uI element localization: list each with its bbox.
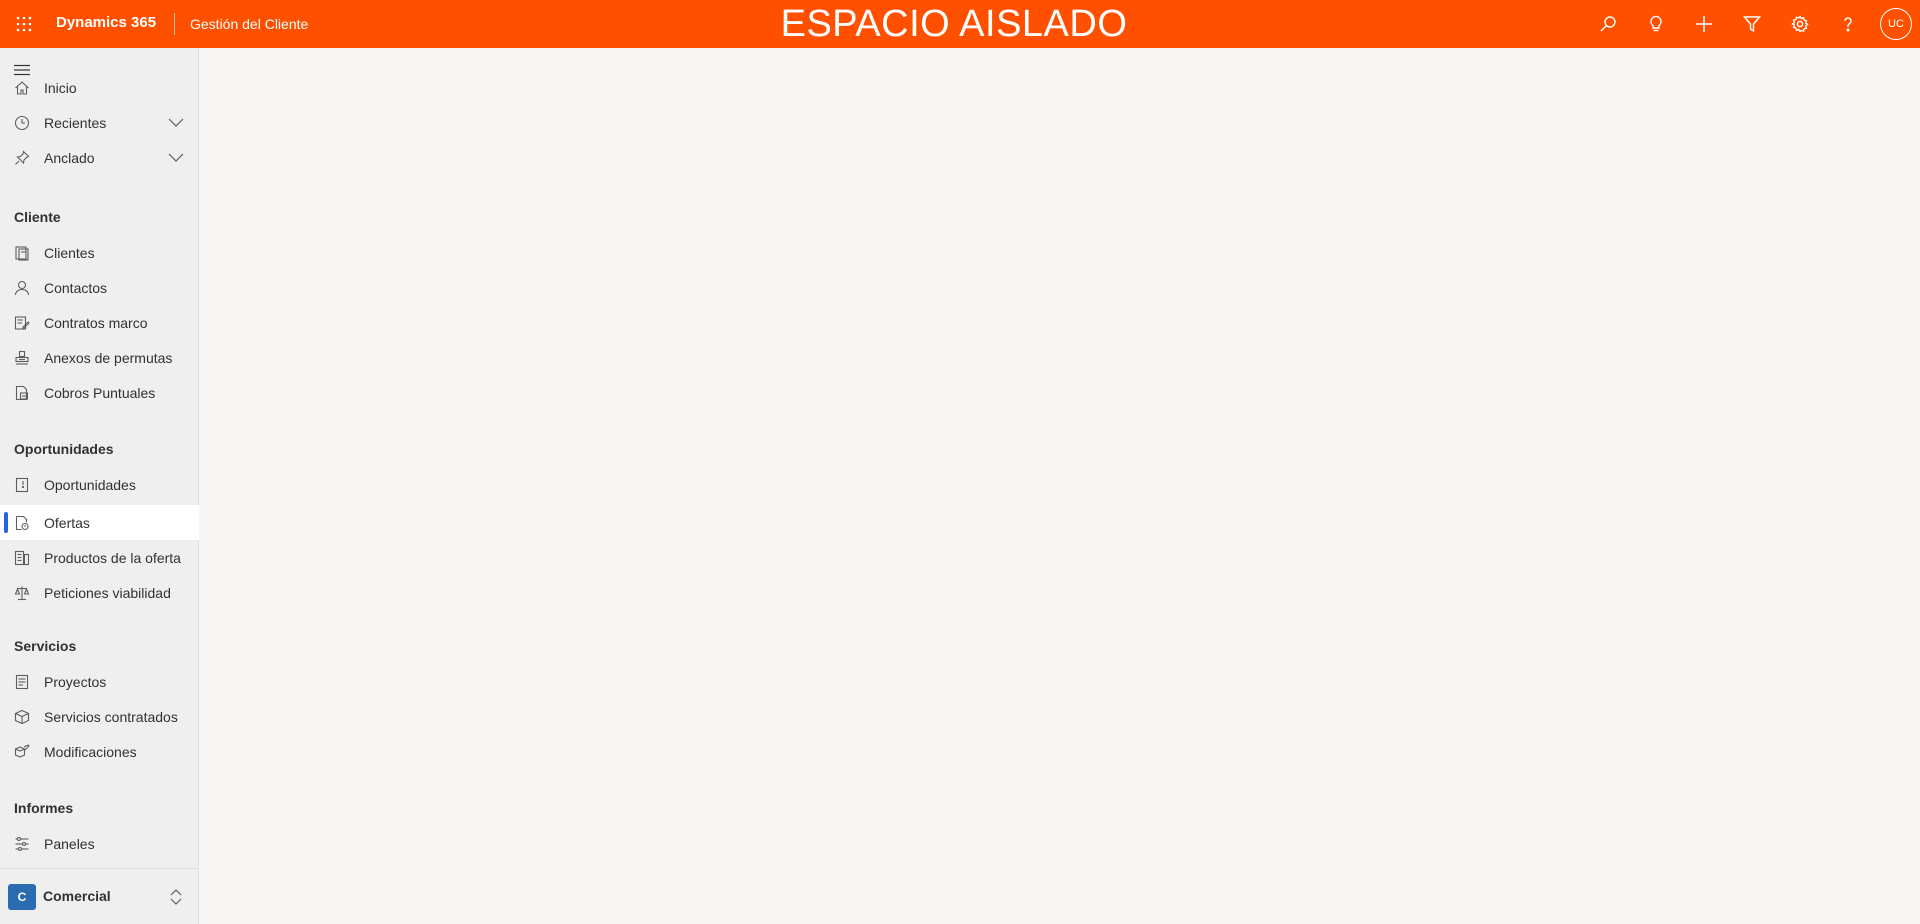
search-icon[interactable] <box>1593 9 1623 39</box>
sidebar-item-modificaciones[interactable]: Modificaciones <box>0 734 199 769</box>
help-icon[interactable] <box>1833 9 1863 39</box>
sidebar-item-peticiones-viabilidad[interactable]: Peticiones viabilidad <box>0 575 199 610</box>
brand-title[interactable]: Dynamics 365 <box>56 14 156 31</box>
area-switcher[interactable]: C Comercial <box>0 868 199 924</box>
lightbulb-icon[interactable] <box>1641 9 1671 39</box>
sidebar-item-anclado[interactable]: Anclado <box>0 140 199 175</box>
sidebar-item-ofertas[interactable]: Ofertas <box>0 505 199 540</box>
sidebar-item-label: Contratos marco <box>44 315 148 331</box>
top-bar: Dynamics 365 Gestión del Cliente ESPACIO… <box>0 0 1920 48</box>
chevron-up-down-icon[interactable] <box>168 887 184 907</box>
sidebar-item-anexos-de-permutas[interactable]: Anexos de permutas <box>0 340 199 375</box>
header-divider <box>174 13 175 35</box>
clock-icon <box>13 114 31 132</box>
area-badge: C <box>8 884 36 910</box>
sidebar-item-oportunidades[interactable]: Oportunidades <box>0 467 199 502</box>
sidebar-item-productos-de-la-oferta[interactable]: Productos de la oferta <box>0 540 199 575</box>
quote-icon <box>13 514 31 532</box>
sidebar-item-inicio[interactable]: Inicio <box>0 70 199 105</box>
environment-banner: ESPACIO AISLADO <box>780 3 1128 45</box>
opportunity-icon <box>13 476 31 494</box>
sidebar-item-label: Clientes <box>44 245 95 261</box>
sidebar-item-clientes[interactable]: Clientes <box>0 235 199 270</box>
sidebar-item-label: Contactos <box>44 280 108 296</box>
sidebar-item-label: Ofertas <box>44 515 90 531</box>
sidebar-item-cobros-puntuales[interactable]: Cobros Puntuales <box>0 375 199 410</box>
sidebar-item-proyectos[interactable]: Proyectos <box>0 664 199 699</box>
user-avatar[interactable]: UC <box>1880 8 1912 40</box>
app-name[interactable]: Gestión del Cliente <box>190 16 308 32</box>
waffle-icon[interactable] <box>12 12 36 36</box>
contract-edit-icon <box>13 314 31 332</box>
sidebar-item-label: Modificaciones <box>44 744 137 760</box>
person-icon <box>13 279 31 297</box>
sidebar-item-label: Oportunidades <box>44 477 136 493</box>
group-title-informes: Informes <box>14 800 74 816</box>
sidebar-item-label: Peticiones viabilidad <box>44 585 171 601</box>
package-icon <box>13 708 31 726</box>
sidebar-item-contratos-marco[interactable]: Contratos marco <box>0 305 199 340</box>
group-title-oportunidades: Oportunidades <box>14 441 114 457</box>
selected-indicator <box>4 512 8 533</box>
sidebar-item-paneles[interactable]: Paneles <box>0 826 199 861</box>
product-list-icon <box>13 549 31 567</box>
group-title-cliente: Cliente <box>14 209 61 225</box>
filter-icon[interactable] <box>1737 9 1767 39</box>
invoice-icon <box>13 384 31 402</box>
group-title-servicios: Servicios <box>14 638 77 654</box>
modify-icon <box>13 743 31 761</box>
gear-icon[interactable] <box>1785 9 1815 39</box>
accounts-icon <box>13 244 31 262</box>
main-content-area <box>200 48 1920 924</box>
sidebar-item-contactos[interactable]: Contactos <box>0 270 199 305</box>
pin-icon <box>13 149 31 167</box>
plus-icon[interactable] <box>1689 9 1719 39</box>
sidebar-item-servicios-contratados[interactable]: Servicios contratados <box>0 699 199 734</box>
area-label: Comercial <box>43 888 111 904</box>
sidebar-item-label: Inicio <box>44 80 77 96</box>
sidebar-item-label: Paneles <box>44 836 95 852</box>
chevron-down-icon[interactable] <box>167 115 185 129</box>
chevron-down-icon[interactable] <box>167 150 185 164</box>
sidebar-item-label: Recientes <box>44 115 107 131</box>
sidebar-item-label: Cobros Puntuales <box>44 385 156 401</box>
sidebar-item-label: Anexos de permutas <box>44 350 173 366</box>
home-icon <box>13 79 31 97</box>
dashboard-icon <box>13 835 31 853</box>
stamp-icon <box>13 349 31 367</box>
feasibility-icon <box>13 584 31 602</box>
document-icon <box>13 673 31 691</box>
sidebar-item-label: Productos de la oferta <box>44 550 181 566</box>
sidebar-item-recientes[interactable]: Recientes <box>0 105 199 140</box>
sidebar-nav: Inicio Recientes Anclado Cliente Cliente… <box>0 48 199 924</box>
sidebar-item-label: Anclado <box>44 150 95 166</box>
sidebar-item-label: Servicios contratados <box>44 709 178 725</box>
sidebar-item-label: Proyectos <box>44 674 107 690</box>
